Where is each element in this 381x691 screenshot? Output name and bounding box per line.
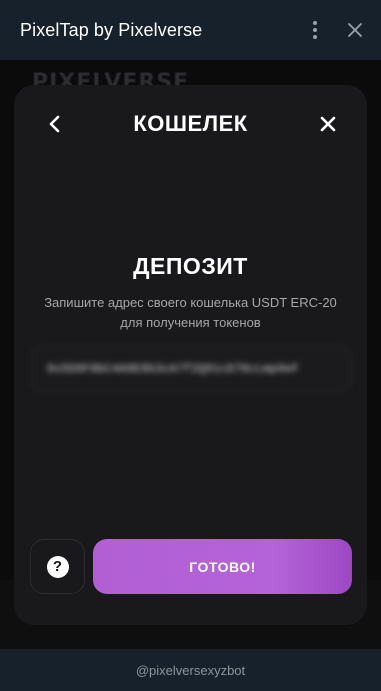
wallet-address-input[interactable] [30, 345, 352, 393]
wallet-modal: КОШЕЛЕК ДЕПОЗИТ Запишите адрес своего ко… [14, 85, 367, 625]
question-circle-icon: ? [46, 555, 69, 578]
more-menu-button[interactable] [301, 16, 329, 44]
chevron-left-icon [49, 115, 60, 133]
window-close-button[interactable] [341, 16, 369, 44]
close-icon [320, 116, 336, 132]
bot-username[interactable]: @pixelversexyzbot [136, 663, 245, 678]
modal-close-button[interactable] [315, 111, 341, 137]
bot-footer: @pixelversexyzbot [0, 649, 381, 691]
back-button[interactable] [42, 111, 68, 137]
deposit-title: ДЕПОЗИТ [133, 253, 248, 279]
more-vertical-icon [313, 21, 317, 39]
description-line-1: Запишите адрес своего кошелька USDT ERC-… [44, 295, 337, 310]
window-title: PixelTap by Pixelverse [20, 19, 203, 40]
help-button[interactable]: ? [30, 539, 85, 594]
deposit-description: Запишите адрес своего кошелька USDT ERC-… [30, 293, 351, 333]
description-line-2: для получения токенов [120, 315, 261, 330]
close-icon [348, 23, 362, 37]
window-header: PixelTap by Pixelverse [0, 0, 381, 60]
done-button[interactable]: ГОТОВО! [93, 539, 352, 594]
